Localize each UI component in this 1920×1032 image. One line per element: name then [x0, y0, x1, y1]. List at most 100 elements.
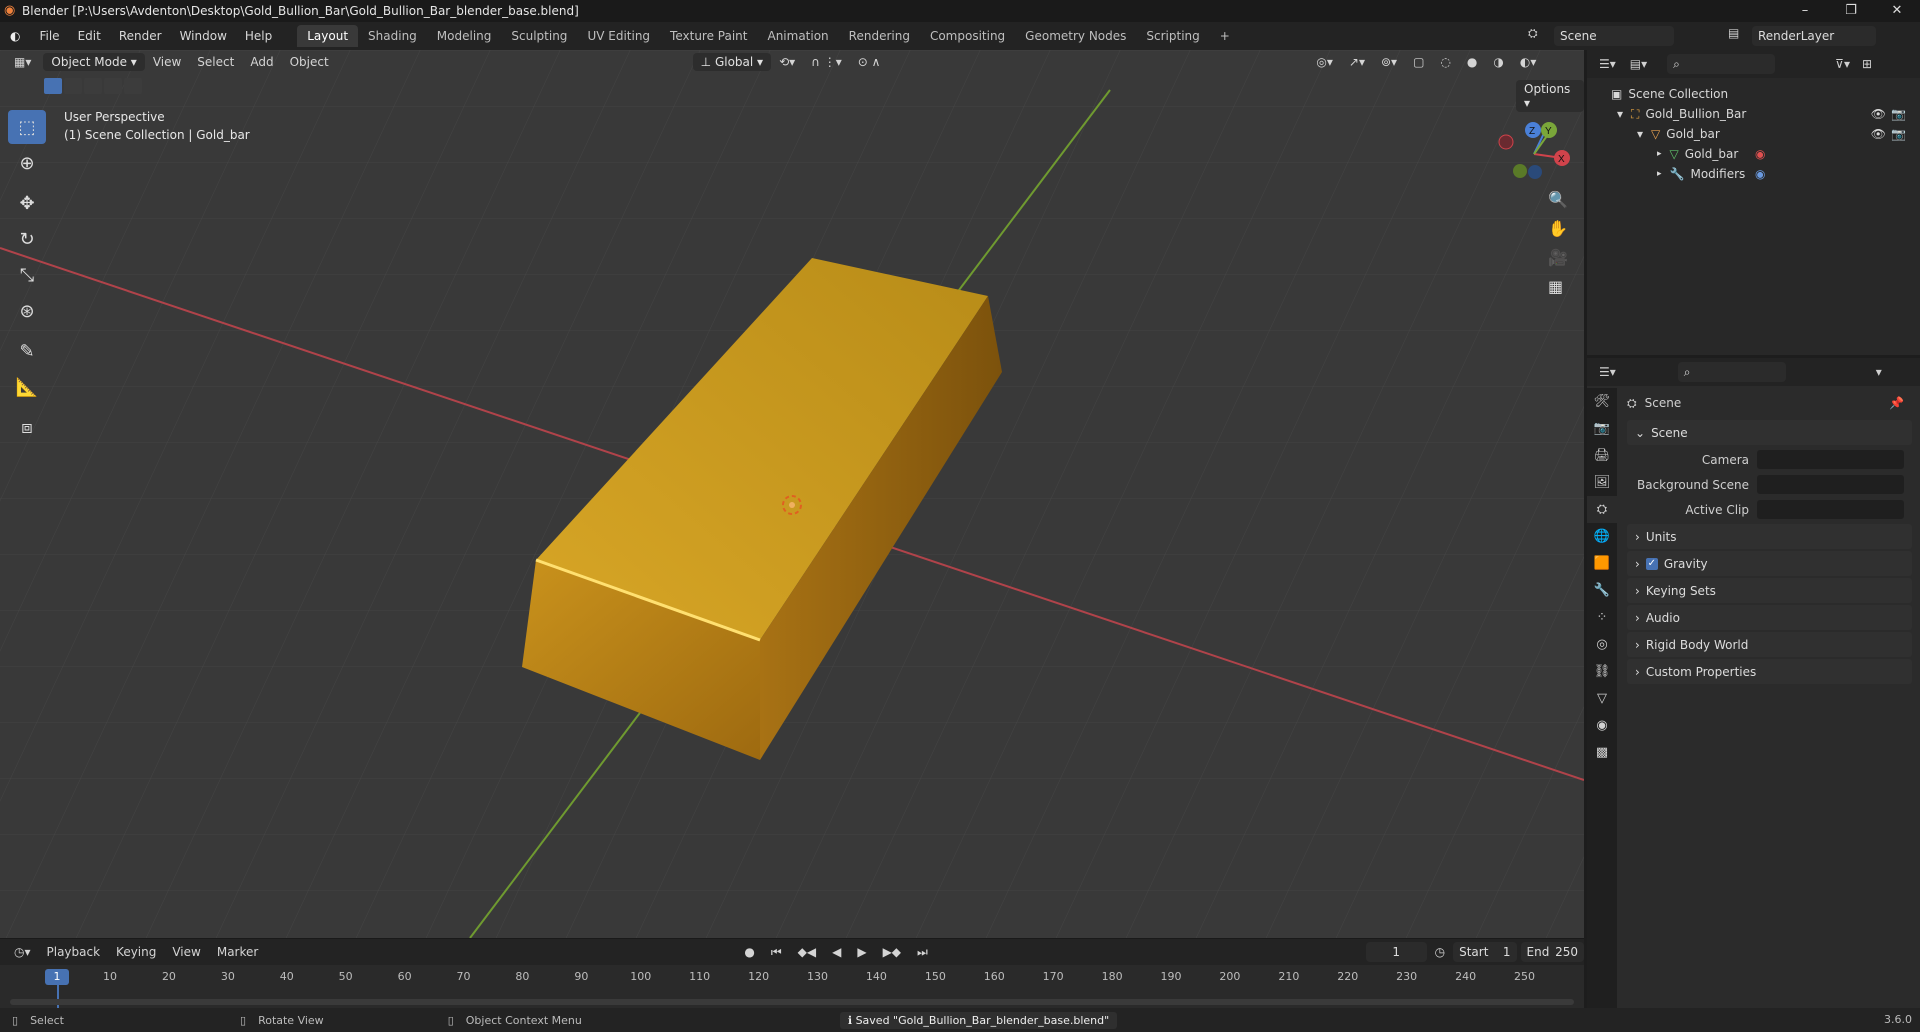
outliner-row-collection[interactable]: ▾ ⛶ Gold_Bullion_Bar 👁 📷 — [1587, 104, 1920, 124]
timeline-menu-marker[interactable]: Marker — [209, 945, 266, 959]
expand-icon[interactable]: ▾ — [1637, 127, 1643, 141]
gizmo-neg-x-icon[interactable] — [1498, 134, 1514, 150]
tab-sculpting[interactable]: Sculpting — [501, 25, 577, 47]
expand-icon[interactable]: ▸ — [1657, 149, 1662, 159]
camera-field[interactable] — [1757, 450, 1904, 469]
panel-units[interactable]: › Units — [1627, 524, 1912, 549]
select-new-icon[interactable] — [44, 78, 62, 94]
tab-scripting[interactable]: Scripting — [1136, 25, 1209, 47]
gravity-checkbox[interactable]: ✓ — [1645, 557, 1658, 570]
play-reverse-icon[interactable]: ◀ — [824, 945, 849, 959]
end-frame-field[interactable]: End 250 — [1520, 942, 1584, 962]
chevron-down-icon[interactable]: ▾ — [1876, 365, 1882, 379]
gizmo-toggle-icon[interactable]: ↗▾ — [1341, 55, 1373, 69]
select-box-tool-icon[interactable]: ⬚ — [8, 110, 46, 144]
view-layer-field[interactable]: RenderLayer — [1752, 26, 1876, 46]
gizmo-neg-z-icon[interactable] — [1528, 165, 1542, 179]
panel-gravity[interactable]: › ✓ Gravity — [1627, 551, 1912, 576]
pivot-icon[interactable]: ⟲▾ — [771, 55, 803, 69]
transform-tool-icon[interactable]: ⊛ — [8, 294, 46, 328]
select-subtract-icon[interactable] — [84, 78, 102, 94]
panel-custom-properties[interactable]: › Custom Properties — [1627, 659, 1912, 684]
prev-keyframe-icon[interactable]: ◆◀ — [790, 945, 824, 959]
timeline-menu-keying[interactable]: Keying — [108, 945, 164, 959]
camera-render-icon[interactable]: 📷 — [1891, 107, 1906, 121]
outliner-search-input[interactable]: ⌕ — [1667, 54, 1776, 74]
shading-material-icon[interactable]: ◑ — [1485, 55, 1511, 69]
eye-icon[interactable]: 👁 — [1871, 127, 1886, 141]
annotate-tool-icon[interactable]: ✎ — [8, 334, 46, 368]
menu-window[interactable]: Window — [171, 29, 236, 43]
editor-type-icon[interactable]: ▦▾ — [6, 55, 39, 69]
timeline-menu-view[interactable]: View — [164, 945, 208, 959]
camera-render-icon[interactable]: 📷 — [1891, 127, 1906, 141]
panel-scene-header[interactable]: ⌄ Scene — [1627, 420, 1912, 445]
shading-rendered-icon[interactable]: ◐▾ — [1512, 55, 1545, 69]
gizmo-neg-y-icon[interactable] — [1513, 164, 1527, 178]
tab-uv-editing[interactable]: UV Editing — [577, 25, 660, 47]
select-invert-icon[interactable] — [104, 78, 122, 94]
maximize-button[interactable]: ❐ — [1828, 0, 1874, 22]
transform-orientation-dropdown[interactable]: ⊥ Global ▾ — [692, 53, 772, 71]
outliner-row-object[interactable]: ▾ ▽ Gold_bar 👁 📷 — [1587, 124, 1920, 144]
tab-shading[interactable]: Shading — [358, 25, 427, 47]
timeline-ruler[interactable]: 1 10 20 30 40 50 60 70 80 90 100 110 120 130 140 150 160… — [0, 965, 1584, 1009]
snap-icon[interactable]: ∩ ⋮▾ — [803, 55, 850, 69]
outliner-row-mesh-data[interactable]: ▸ ▽ Gold_bar ◉ — [1587, 144, 1920, 164]
minimize-button[interactable]: – — [1782, 0, 1828, 22]
ortho-grid-icon[interactable]: ▦ — [1548, 277, 1568, 296]
cursor-tool-icon[interactable]: ⊕ — [8, 146, 46, 180]
tab-compositing[interactable]: Compositing — [920, 25, 1015, 47]
measure-tool-icon[interactable]: 📐 — [8, 370, 46, 404]
texture-tab-icon[interactable]: ▩ — [1587, 739, 1617, 766]
new-collection-icon[interactable]: ⊞ — [1862, 57, 1872, 71]
record-icon[interactable]: ● — [736, 945, 762, 959]
filter-icon[interactable]: ⊽▾ — [1835, 57, 1850, 71]
panel-keying-sets[interactable]: › Keying Sets — [1627, 578, 1912, 603]
proportional-edit-icon[interactable]: ⊙ ∧ — [850, 55, 889, 69]
viewport-menu-select[interactable]: Select — [189, 55, 242, 69]
outliner-display-mode-icon[interactable]: ▤▾ — [1630, 57, 1647, 71]
panel-audio[interactable]: › Audio — [1627, 605, 1912, 630]
expand-icon[interactable]: ▸ — [1657, 169, 1662, 179]
rotate-tool-icon[interactable]: ↻ — [8, 222, 46, 256]
menu-file[interactable]: File — [30, 29, 68, 43]
select-intersect-icon[interactable] — [124, 78, 142, 94]
scene-icon[interactable]: ⛭ — [1528, 26, 1538, 41]
shading-wireframe-icon[interactable]: ◌ — [1432, 55, 1458, 69]
play-icon[interactable]: ▶ — [849, 945, 874, 959]
start-frame-field[interactable]: Start 1 — [1453, 942, 1517, 962]
view-layer-icon[interactable]: ▤ — [1728, 26, 1739, 40]
tab-modeling[interactable]: Modeling — [427, 25, 502, 47]
zoom-icon[interactable]: 🔍 — [1548, 190, 1568, 209]
pin-icon[interactable]: 📌 — [1889, 396, 1904, 410]
eye-icon[interactable]: 👁 — [1871, 107, 1886, 121]
options-dropdown[interactable]: Options ▾ — [1516, 80, 1584, 112]
select-extend-icon[interactable] — [64, 78, 82, 94]
outliner-editor-type-icon[interactable]: ☰▾ — [1599, 57, 1616, 71]
blender-menu-icon[interactable]: ◐ — [10, 29, 20, 43]
timeline-menu-playback[interactable]: Playback — [39, 945, 109, 959]
jump-start-icon[interactable]: ⏮ — [763, 945, 790, 960]
outliner-row-scene-collection[interactable]: ▣ Scene Collection — [1587, 84, 1920, 104]
background-scene-field[interactable] — [1757, 475, 1904, 494]
viewport-menu-add[interactable]: Add — [242, 55, 281, 69]
add-cube-tool-icon[interactable]: ⧈ — [8, 410, 46, 444]
preview-range-icon[interactable]: ◷ — [1427, 945, 1453, 959]
tab-rendering[interactable]: Rendering — [839, 25, 920, 47]
active-clip-field[interactable] — [1757, 500, 1904, 519]
menu-render[interactable]: Render — [110, 29, 171, 43]
next-keyframe-icon[interactable]: ▶◆ — [875, 945, 909, 959]
viewport-menu-object[interactable]: Object — [282, 55, 337, 69]
timeline-scrollbar[interactable] — [10, 999, 1574, 1005]
pan-hand-icon[interactable]: ✋ — [1548, 219, 1568, 238]
scene-field[interactable]: Scene — [1554, 26, 1674, 46]
data-tab-icon[interactable]: ▽ — [1587, 685, 1617, 712]
3d-viewport[interactable]: X Z Y ▦▾ Object Mode ▾ View Select Add O… — [0, 50, 1584, 938]
mode-dropdown[interactable]: Object Mode ▾ — [43, 53, 145, 71]
viewport-menu-view[interactable]: View — [145, 55, 189, 69]
properties-editor-type-icon[interactable]: ☰▾ — [1599, 365, 1616, 379]
material-tab-icon[interactable]: ◉ — [1587, 712, 1617, 739]
menu-help[interactable]: Help — [236, 29, 281, 43]
expand-icon[interactable]: ▾ — [1617, 107, 1623, 121]
